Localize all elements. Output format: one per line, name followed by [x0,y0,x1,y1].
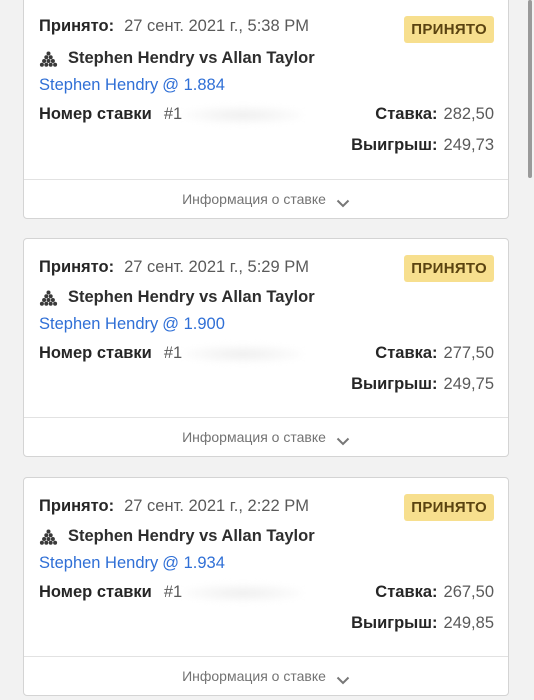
bet-info-label[interactable]: Информация о ставке [182,668,326,684]
stake-label: Ставка: [375,583,438,601]
stake-value: 277,50 [443,344,494,362]
redacted-bet-number [184,105,303,124]
stake-label: Ставка: [375,105,438,123]
stake-row: Ставка: 277,50 [375,344,494,363]
payout-row: Выигрыш: 249,75 [351,375,494,394]
bet-card: Принято: 27 сент. 2021 г., 5:29 PM ПРИНЯ… [23,238,509,457]
match-title[interactable]: Stephen Hendry vs Allan Taylor [68,527,315,546]
accepted-datetime: 27 сент. 2021 г., 2:22 PM [124,497,309,515]
bet-info-label[interactable]: Информация о ставке [182,429,326,445]
bet-number-label: Номер ставки [39,105,152,123]
stake-value: 267,50 [443,583,494,601]
match-row: Stephen Hendry vs Allan Taylor [39,527,315,546]
stake-value: 282,50 [443,105,494,123]
pick-row[interactable]: Stephen Hendry @ 1.900 [39,315,225,334]
match-row: Stephen Hendry vs Allan Taylor [39,49,315,68]
snooker-balls-icon [39,51,58,67]
payout-row: Выигрыш: 249,85 [351,614,494,633]
accepted-datetime: 27 сент. 2021 г., 5:29 PM [124,258,309,276]
page-scrollbar[interactable] [524,0,534,700]
payout-row: Выигрыш: 249,73 [351,136,494,155]
payout-value: 249,73 [443,136,494,154]
stake-row: Ставка: 267,50 [375,583,494,602]
stake-row: Ставка: 282,50 [375,105,494,124]
bet-number-row: Номер ставки #1 [39,583,303,602]
pick-name[interactable]: Stephen Hendry [39,554,158,573]
payout-value: 249,85 [443,614,494,632]
pick-name[interactable]: Stephen Hendry [39,315,158,334]
payout-label: Выигрыш: [351,614,438,632]
snooker-balls-icon [39,529,58,545]
bet-info-label[interactable]: Информация о ставке [182,191,326,207]
pick-row[interactable]: Stephen Hendry @ 1.884 [39,76,225,95]
pick-odds[interactable]: @ 1.900 [162,315,225,334]
pick-name[interactable]: Stephen Hendry [39,76,158,95]
chevron-down-icon[interactable] [336,433,350,445]
bet-number-row: Номер ставки #1 [39,105,303,124]
status-badge: ПРИНЯТО [404,255,494,282]
redacted-bet-number [184,583,303,602]
bet-card-body: Принято: 27 сент. 2021 г., 5:29 PM ПРИНЯ… [24,239,508,417]
bet-number-label: Номер ставки [39,344,152,362]
match-title[interactable]: Stephen Hendry vs Allan Taylor [68,49,315,68]
payout-label: Выигрыш: [351,136,438,154]
accepted-datetime: 27 сент. 2021 г., 5:38 PM [124,17,309,35]
chevron-down-icon[interactable] [336,195,350,207]
match-title[interactable]: Stephen Hendry vs Allan Taylor [68,288,315,307]
redacted-bet-number [184,344,303,363]
bet-card: Принято: 27 сент. 2021 г., 5:38 PM ПРИНЯ… [23,0,509,219]
bet-info-toggle[interactable]: Информация о ставке [24,656,508,695]
snooker-balls-icon [39,290,58,306]
payout-label: Выигрыш: [351,375,438,393]
bet-info-toggle[interactable]: Информация о ставке [24,179,508,218]
payout-value: 249,75 [443,375,494,393]
bet-number-value: #1 [163,344,183,362]
accepted-label: Принято: [39,17,115,35]
accepted-row: Принято: 27 сент. 2021 г., 5:38 PM [39,17,309,36]
bet-info-toggle[interactable]: Информация о ставке [24,417,508,456]
status-badge: ПРИНЯТО [404,494,494,521]
accepted-label: Принято: [39,497,115,515]
accepted-label: Принято: [39,258,115,276]
pick-odds[interactable]: @ 1.884 [162,76,225,95]
bet-number-value: #1 [163,105,183,123]
chevron-down-icon[interactable] [336,672,350,684]
bet-card: Принято: 27 сент. 2021 г., 2:22 PM ПРИНЯ… [23,477,509,696]
accepted-row: Принято: 27 сент. 2021 г., 2:22 PM [39,497,309,516]
bet-card-body: Принято: 27 сент. 2021 г., 2:22 PM ПРИНЯ… [24,478,508,656]
bet-number-value: #1 [163,583,183,601]
stake-label: Ставка: [375,344,438,362]
scrollbar-thumb[interactable] [528,0,532,178]
pick-row[interactable]: Stephen Hendry @ 1.934 [39,554,225,573]
accepted-row: Принято: 27 сент. 2021 г., 5:29 PM [39,258,309,277]
match-row: Stephen Hendry vs Allan Taylor [39,288,315,307]
status-badge: ПРИНЯТО [404,16,494,43]
bet-number-row: Номер ставки #1 [39,344,303,363]
pick-odds[interactable]: @ 1.934 [162,554,225,573]
bet-number-label: Номер ставки [39,583,152,601]
bet-card-body: Принято: 27 сент. 2021 г., 5:38 PM ПРИНЯ… [24,0,508,179]
